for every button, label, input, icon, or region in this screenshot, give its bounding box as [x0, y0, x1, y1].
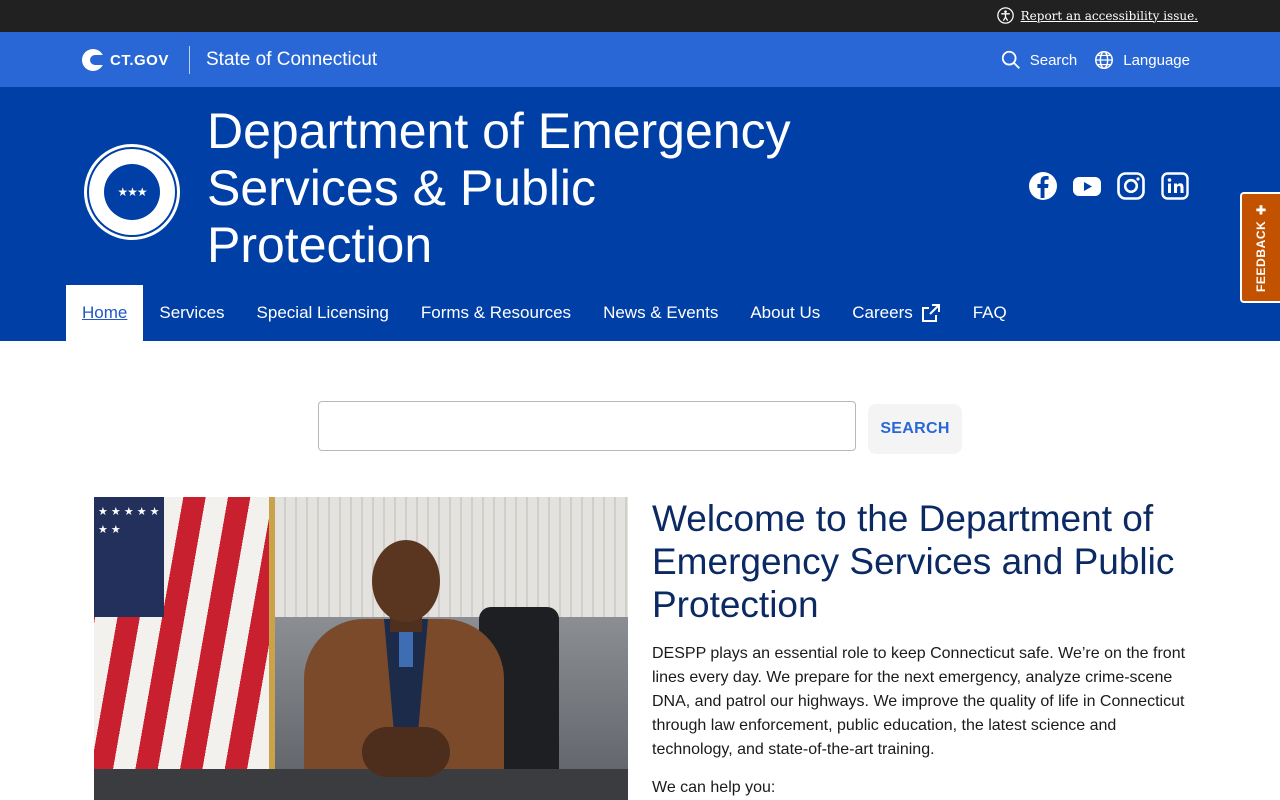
commissioner-photo: [94, 497, 628, 800]
welcome-paragraph: DESPP plays an essential role to keep Co…: [652, 645, 1186, 758]
language-selector-label: Language: [1123, 51, 1190, 69]
feedback-tab-label: FEEDBACK ✚: [1254, 202, 1268, 293]
accessibility-report-label: Report an accessibility issue.: [1020, 8, 1198, 23]
main-navigation: Home Services Special Licensing Forms & …: [66, 285, 1023, 341]
search-toggle-label: Search: [1029, 51, 1078, 69]
nav-news-events[interactable]: News & Events: [587, 285, 734, 341]
ct-gov-bar: CT.GOV State of Connecticut Search Langu…: [0, 32, 1280, 87]
feedback-tab[interactable]: FEEDBACK ✚: [1240, 192, 1280, 303]
agency-header: ★★★ Department of Emergency Services & P…: [0, 87, 1280, 341]
ct-gov-logo-text: CT.GOV: [110, 51, 169, 69]
search-button[interactable]: SEARCH: [868, 404, 962, 454]
linkedin-icon[interactable]: [1160, 171, 1190, 201]
ct-gov-logo[interactable]: CT.GOV: [82, 49, 169, 71]
instagram-icon[interactable]: [1116, 171, 1146, 201]
nav-faq[interactable]: FAQ: [957, 285, 1023, 341]
nav-forms-resources[interactable]: Forms & Resources: [405, 285, 587, 341]
external-link-icon: [921, 304, 940, 322]
nav-careers-label: Careers: [852, 303, 913, 322]
seal-star-icon: ★★★: [104, 164, 160, 220]
utility-bar: Report an accessibility issue.: [0, 0, 1280, 32]
accessibility-icon: [996, 7, 1014, 24]
agency-seal-logo[interactable]: ★★★: [82, 142, 182, 242]
ct-bar-divider: [189, 46, 190, 74]
ct-gov-logo-icon: [82, 49, 104, 71]
search-icon: [1001, 50, 1020, 69]
facebook-icon[interactable]: [1028, 171, 1058, 201]
nav-home[interactable]: Home: [66, 285, 144, 341]
accessibility-report-link[interactable]: Report an accessibility issue.: [996, 7, 1198, 24]
nav-services[interactable]: Services: [143, 285, 240, 341]
site-search-input[interactable]: [318, 401, 856, 451]
social-links: [1028, 171, 1190, 201]
state-name-link[interactable]: State of Connecticut: [206, 49, 377, 71]
nav-about-us[interactable]: About Us: [734, 285, 836, 341]
nav-special-licensing[interactable]: Special Licensing: [241, 285, 405, 341]
globe-icon: [1095, 51, 1114, 69]
youtube-icon[interactable]: [1072, 171, 1102, 201]
search-toggle[interactable]: Search: [1000, 49, 1078, 71]
agency-title: Department of Emergency Services & Publi…: [207, 103, 791, 273]
welcome-heading: Welcome to the Department of Emergency S…: [652, 498, 1175, 625]
nav-careers[interactable]: Careers: [836, 285, 956, 341]
ct-bar-actions: Search Language: [1000, 49, 1190, 71]
language-selector[interactable]: Language: [1093, 49, 1190, 71]
help-intro-text: We can help you:: [652, 779, 776, 796]
